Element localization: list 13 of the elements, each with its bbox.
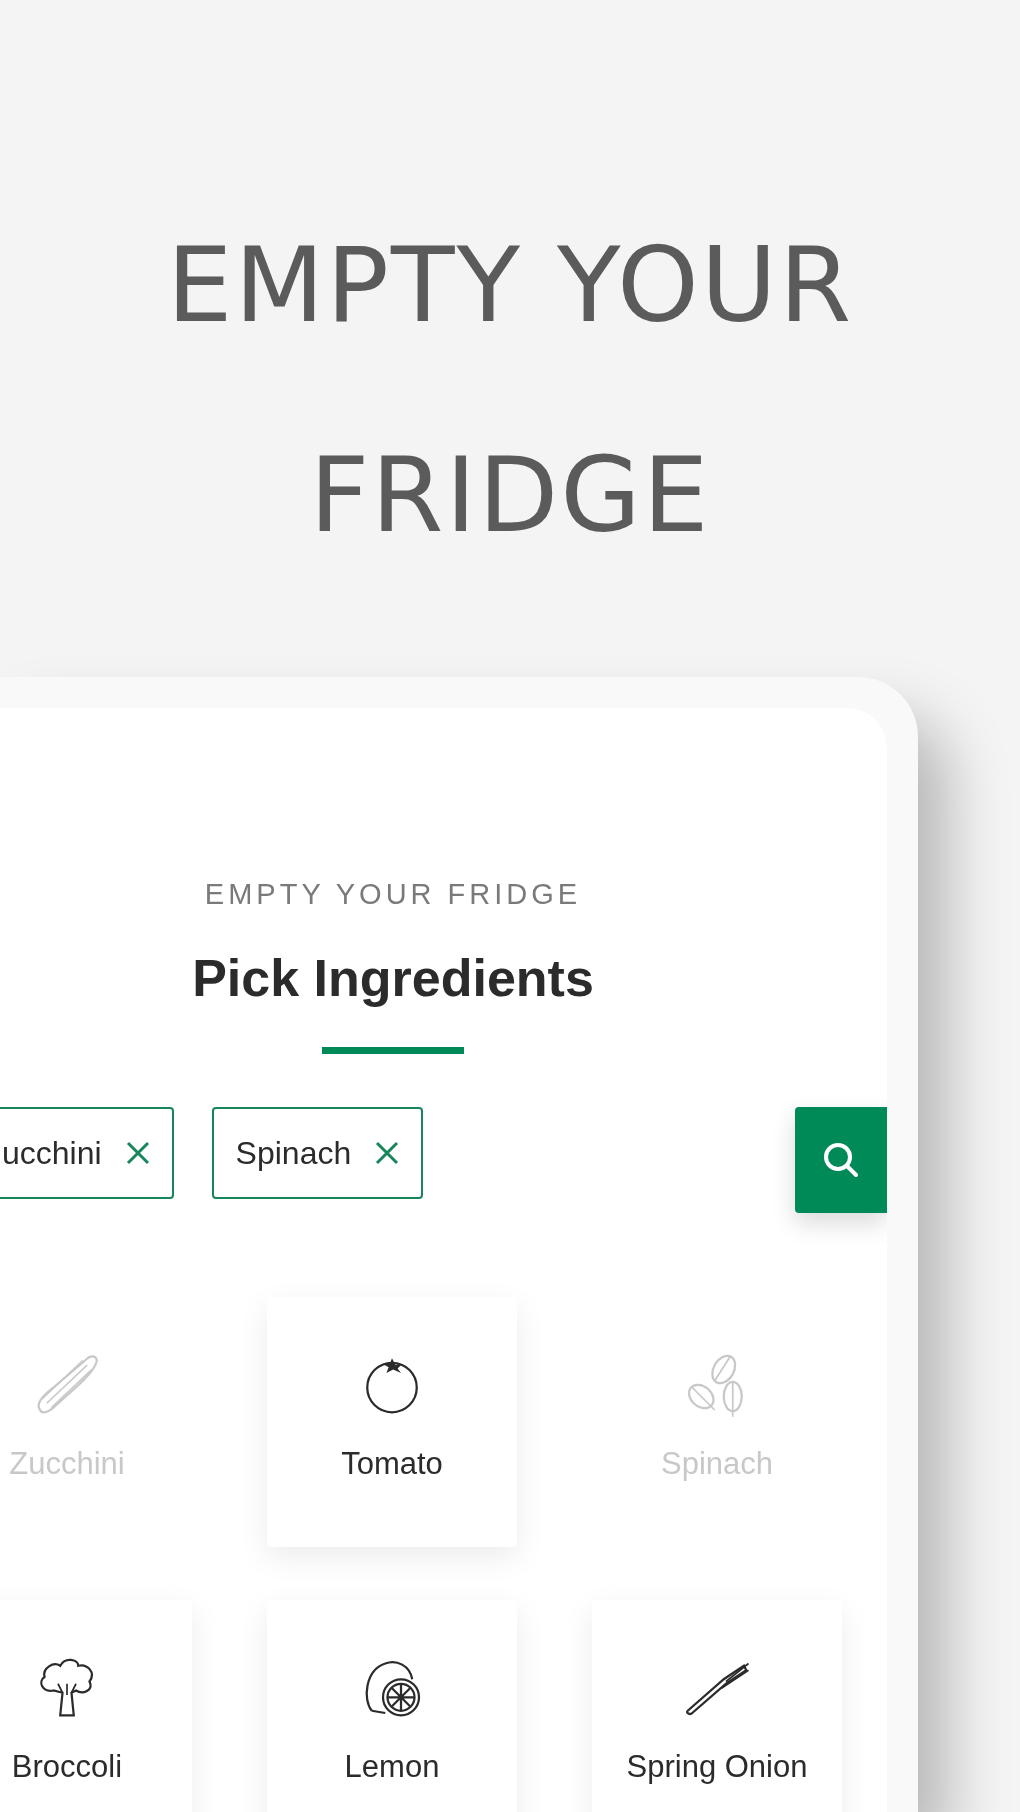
ingredient-chip[interactable]: ucchini [0, 1106, 174, 1199]
headline-text: FRIDGE [309, 434, 711, 556]
page-title: Pick Ingredients [191, 947, 595, 1009]
close-icon[interactable] [375, 1140, 400, 1165]
eyebrow-label: EMPTY YOUR FRIDGE [203, 877, 583, 912]
ingredient-tile[interactable]: Spring Onion [592, 1599, 842, 1812]
ingredient-tile[interactable]: Broccoli [0, 1599, 192, 1812]
search-button[interactable] [795, 1106, 887, 1213]
headline-text: EMPTY YOUR [166, 224, 854, 346]
ingredient-tile[interactable]: Lemon [267, 1599, 517, 1812]
ingredient-tile[interactable]: Tomato [267, 1296, 517, 1547]
close-icon[interactable] [125, 1140, 150, 1165]
ingredient-chip[interactable]: Spinach [211, 1106, 424, 1199]
